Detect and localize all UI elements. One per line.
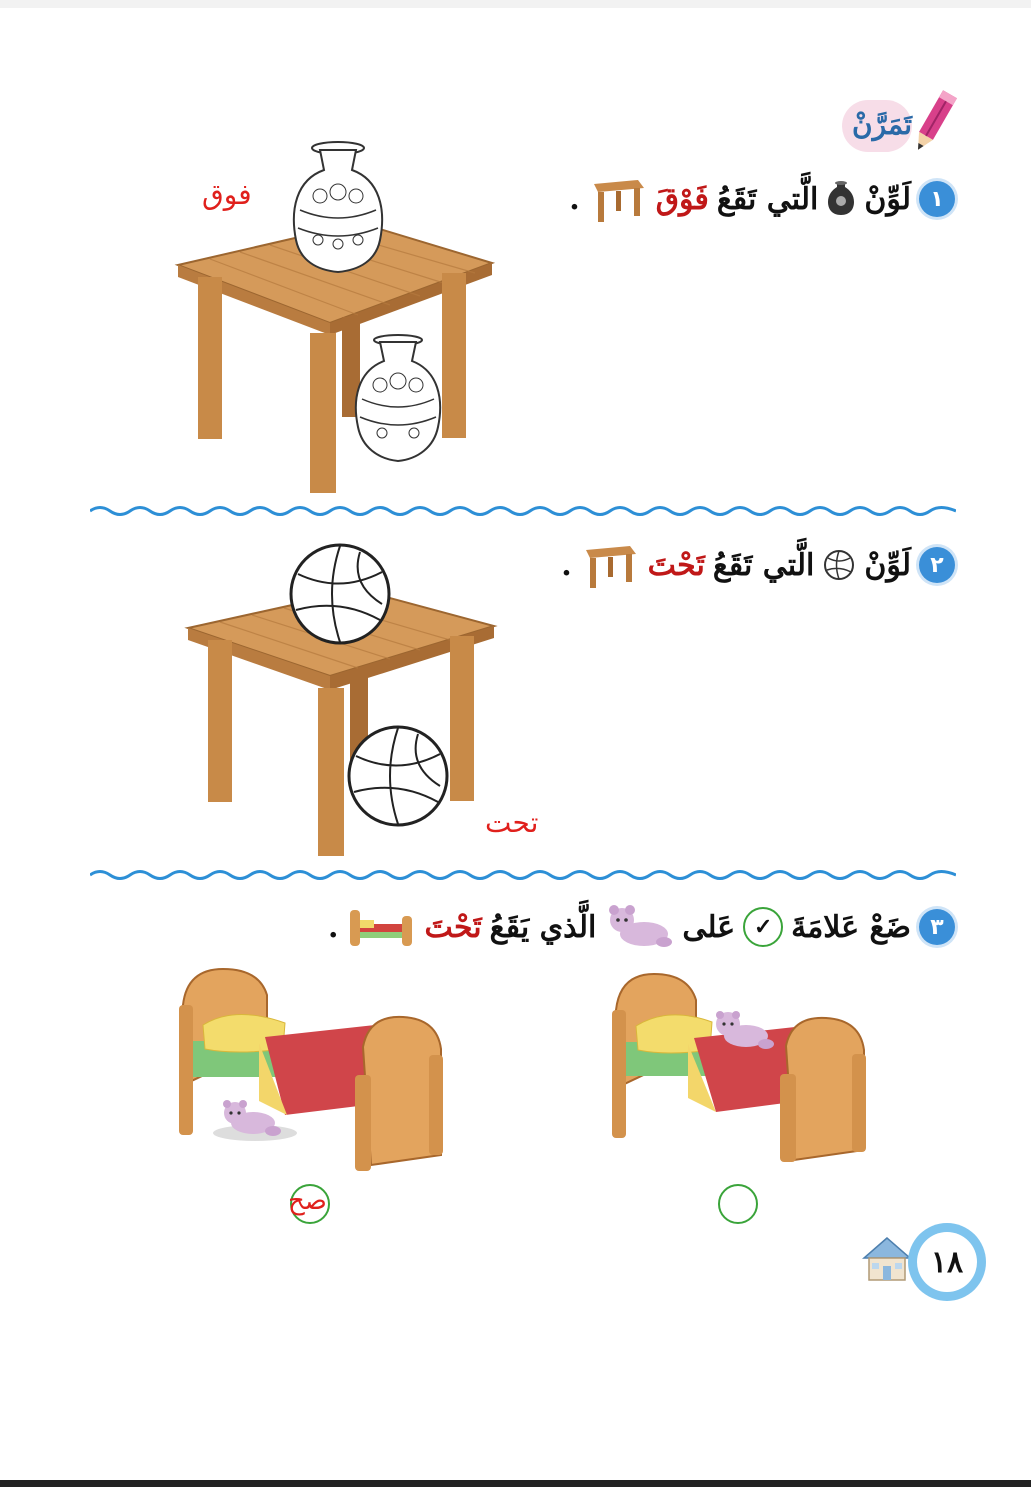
vase-icon bbox=[828, 181, 855, 215]
bed-with-bear-on-top bbox=[612, 972, 866, 1162]
question-number-1: ١ bbox=[919, 181, 955, 217]
page-title: تَمَرَّنْ bbox=[852, 108, 912, 141]
q2-period: . bbox=[561, 547, 572, 583]
bed-icon bbox=[350, 910, 413, 946]
q3-keyword: تَحْتَ bbox=[424, 909, 482, 945]
q3-answer: صح bbox=[288, 1186, 327, 1216]
table-icon bbox=[585, 546, 636, 588]
vase-top bbox=[292, 141, 384, 274]
teddy-bear-icon bbox=[609, 905, 673, 947]
question-2: ٢ لَوِّنْ الَّتي تَقَعُ تَحْتَ . bbox=[561, 540, 955, 590]
ball-bottom bbox=[347, 725, 449, 827]
house-icon bbox=[862, 1237, 912, 1281]
ball-top bbox=[289, 543, 391, 645]
wave-divider-1 bbox=[90, 506, 956, 516]
q3-mid: عَلى bbox=[682, 909, 736, 945]
question-number-3: ٣ bbox=[919, 909, 955, 945]
pencil-icon bbox=[918, 90, 957, 150]
checkmark-icon: ✓ bbox=[743, 907, 784, 947]
q3-verb: ضَعْ عَلامَةَ bbox=[791, 909, 911, 945]
q1-verb: لَوِّنْ bbox=[864, 181, 911, 217]
q2-text: الَّتي تَقَعُ bbox=[712, 547, 815, 583]
table-with-balls-illustration bbox=[184, 543, 498, 856]
page-number: ١٨ bbox=[917, 1232, 977, 1292]
q3-text: الَّذي يَقَعُ bbox=[489, 909, 597, 945]
vase-bottom bbox=[354, 334, 442, 463]
page-number-badge: ١٨ bbox=[908, 1223, 986, 1301]
table-icon bbox=[593, 180, 644, 222]
q2-keyword: تَحْتَ bbox=[647, 547, 705, 583]
question-3: ٣ ضَعْ عَلامَةَ ✓ عَلى الَّذي يَقَعُ تَح… bbox=[328, 902, 955, 952]
q3-period: . bbox=[328, 909, 339, 945]
question-number-2: ٢ bbox=[919, 547, 955, 583]
top-edge bbox=[0, 0, 1031, 8]
bottom-edge bbox=[0, 1480, 1031, 1487]
ball-icon bbox=[824, 550, 855, 580]
bed-with-bear-under bbox=[179, 967, 443, 1171]
question-1: ١ لَوِّنْ الَّتي تَقَعُ فَوْقَ . bbox=[569, 174, 955, 224]
q1-answer: فوق bbox=[202, 178, 252, 211]
q2-answer: تحت bbox=[485, 806, 539, 839]
answer-circle-right[interactable] bbox=[718, 1184, 758, 1224]
wave-divider-2 bbox=[90, 870, 956, 880]
q1-keyword: فَوْقَ bbox=[655, 181, 709, 217]
q1-period: . bbox=[569, 181, 580, 217]
q1-text: الَّتي تَقَعُ bbox=[716, 181, 819, 217]
q2-verb: لَوِّنْ bbox=[864, 547, 911, 583]
